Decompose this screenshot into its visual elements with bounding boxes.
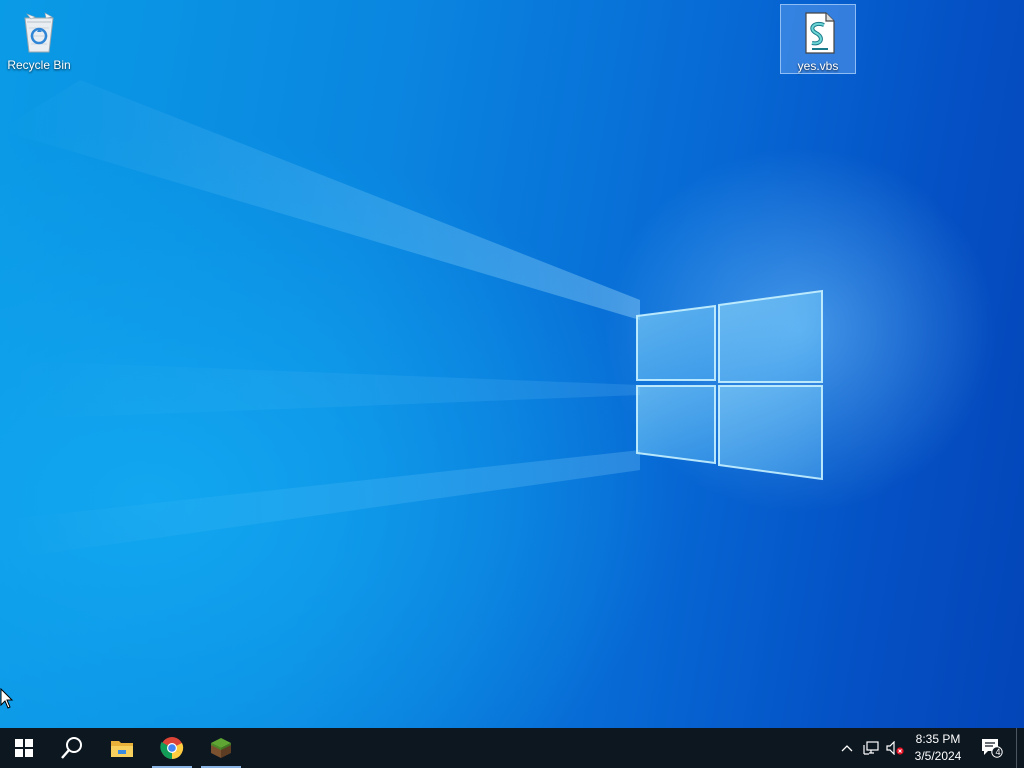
search-icon [61, 737, 82, 759]
taskbar-clock[interactable]: 8:35 PM 3/5/2024 [906, 731, 970, 765]
desktop-icon-recycle-bin[interactable]: Recycle Bin [2, 4, 76, 72]
mouse-cursor-icon [0, 688, 14, 709]
chevron-up-icon [841, 745, 853, 752]
network-button[interactable] [860, 728, 882, 768]
taskbar-file-explorer[interactable] [98, 728, 146, 768]
minecraft-icon [211, 738, 231, 758]
clock-time: 8:35 PM [915, 732, 961, 746]
vbs-script-icon [805, 12, 835, 54]
file-explorer-icon [111, 741, 133, 757]
desktop-icon-label: yes.vbs [797, 59, 839, 73]
network-icon [863, 741, 879, 755]
show-desktop-button[interactable] [1016, 728, 1024, 768]
taskbar-minecraft[interactable] [197, 728, 245, 768]
recycle-bin-icon [24, 12, 54, 53]
wallpaper-light-beams [0, 80, 823, 560]
windows-start-icon [15, 739, 33, 757]
volume-button[interactable] [884, 728, 906, 768]
desktop-icon-yes-vbs[interactable]: yes.vbs [780, 4, 856, 74]
show-hidden-icons-button[interactable] [836, 728, 858, 768]
action-center-button[interactable]: 4 [976, 728, 1008, 768]
taskbar: 8:35 PM 3/5/2024 4 [0, 728, 1024, 768]
taskbar-chrome[interactable] [148, 728, 196, 768]
start-button[interactable] [0, 728, 48, 768]
windows-logo-wallpaper [636, 289, 823, 481]
desktop-background[interactable]: Recycle Bin yes.vbs [0, 0, 1024, 728]
chrome-icon [160, 737, 184, 759]
search-button[interactable] [48, 728, 96, 768]
desktop-icon-label: Recycle Bin [7, 58, 71, 72]
notification-count-badge: 4 [995, 747, 1001, 757]
volume-muted-icon [886, 741, 904, 755]
clock-date: 3/5/2024 [914, 749, 962, 763]
